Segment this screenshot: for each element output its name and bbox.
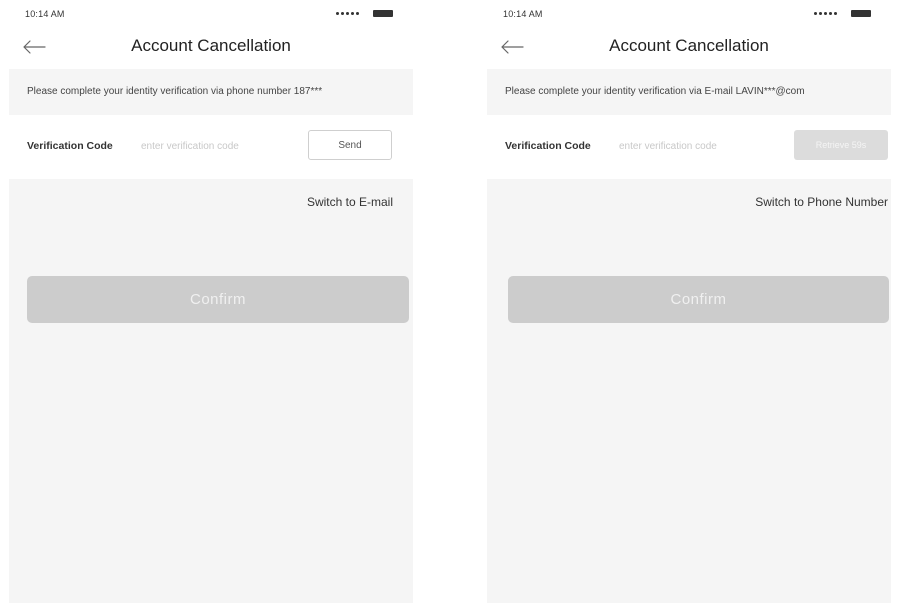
- page-title: Account Cancellation: [609, 36, 769, 55]
- battery-icon: [851, 10, 871, 17]
- verification-notice: Please complete your identity verificati…: [487, 69, 891, 115]
- switch-to-phone-link[interactable]: Switch to Phone Number: [755, 195, 888, 209]
- status-time: 10:14 AM: [503, 9, 543, 19]
- confirm-button[interactable]: Confirm: [508, 276, 889, 323]
- status-time: 10:14 AM: [25, 9, 65, 19]
- page-title: Account Cancellation: [131, 36, 291, 55]
- status-bar: 10:14 AM: [9, 0, 413, 28]
- verification-code-row: Verification Code Send: [9, 115, 413, 179]
- verification-notice: Please complete your identity verificati…: [9, 69, 413, 115]
- confirm-button[interactable]: Confirm: [27, 276, 409, 323]
- verification-code-input[interactable]: [141, 135, 311, 157]
- verification-code-label: Verification Code: [505, 140, 591, 152]
- battery-icon: [373, 10, 393, 17]
- phone-screen-phone-verification: 10:14 AM Account Cancellation Please com…: [9, 0, 413, 603]
- signal-dots-icon: [336, 12, 359, 15]
- verification-code-label: Verification Code: [27, 140, 113, 152]
- retrieve-countdown-button[interactable]: Retrieve 59s: [794, 130, 888, 160]
- switch-to-email-link[interactable]: Switch to E-mail: [307, 195, 393, 209]
- verification-code-input[interactable]: [619, 135, 789, 157]
- status-bar: 10:14 AM: [487, 0, 891, 28]
- send-code-button[interactable]: Send: [308, 130, 392, 160]
- verification-code-row: Verification Code Retrieve 59s: [487, 115, 891, 179]
- signal-dots-icon: [814, 12, 837, 15]
- phone-screen-email-verification: 10:14 AM Account Cancellation Please com…: [487, 0, 891, 603]
- nav-header: Account Cancellation: [487, 28, 891, 66]
- nav-header: Account Cancellation: [9, 28, 413, 66]
- screenshot-stage: 10:14 AM Account Cancellation Please com…: [0, 0, 900, 603]
